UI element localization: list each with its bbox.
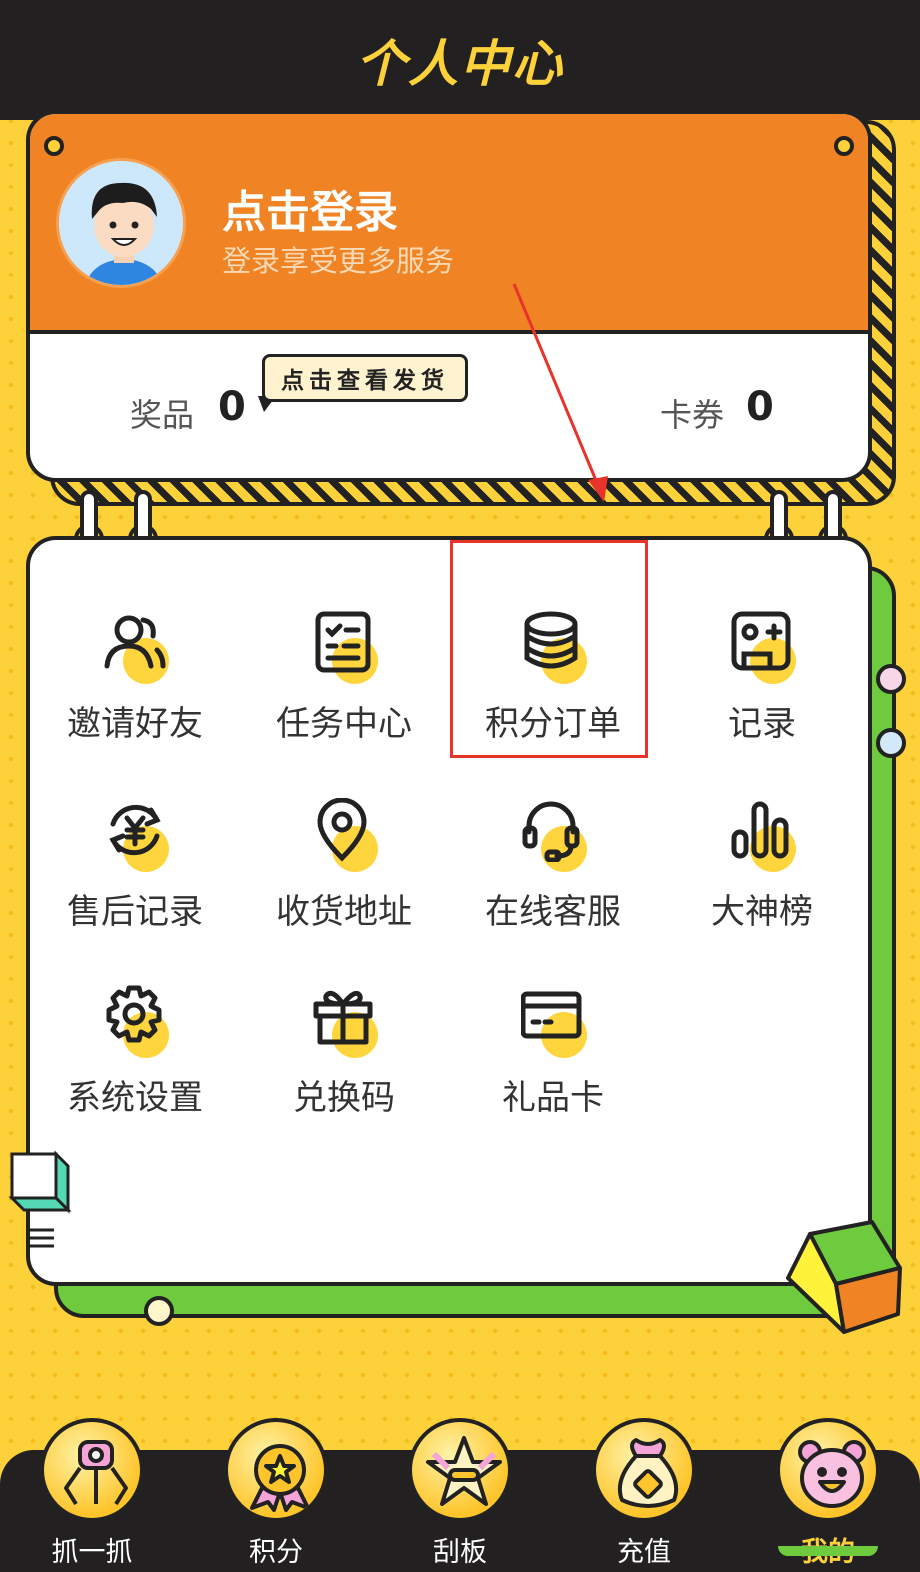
nav-label: 刮板 <box>433 1537 487 1568</box>
prizes-count[interactable]: 0 <box>218 384 246 430</box>
nav-item-mine[interactable]: 我的 <box>768 1418 888 1572</box>
prizes-label[interactable]: 奖品 <box>130 390 194 436</box>
active-indicator <box>778 1546 878 1556</box>
menu-label: 在线客服 <box>485 892 621 932</box>
highlight-box-annotation <box>450 540 648 758</box>
coupons-count[interactable]: 0 <box>746 384 774 430</box>
rivet-decoration <box>44 136 64 156</box>
decor-cube-lines <box>8 1150 72 1248</box>
menu-item-task-center[interactable]: 任务中心 <box>239 576 449 746</box>
menu-label: 兑换码 <box>293 1078 395 1118</box>
claw-machine-icon <box>40 1418 144 1522</box>
login-banner[interactable]: 点击登录 登录享受更多服务 <box>30 114 868 334</box>
menu-label: 系统设置 <box>67 1078 203 1118</box>
menu-item-leaderboard[interactable]: 大神榜 <box>657 764 867 934</box>
menu-label: 大神榜 <box>711 892 813 932</box>
menu-label: 售后记录 <box>67 892 203 932</box>
yen-refresh-icon <box>95 794 175 874</box>
avatar[interactable] <box>56 158 186 288</box>
menu-label: 邀请好友 <box>67 704 203 744</box>
menu-item-redeem-code[interactable]: 兑换码 <box>239 950 449 1120</box>
decor-dot <box>876 728 906 758</box>
nav-item-scratch[interactable]: 刮板 <box>400 1418 520 1572</box>
gift-icon <box>304 980 384 1060</box>
rivet-decoration <box>834 136 854 156</box>
headset-icon <box>513 794 593 874</box>
bar-chart-icon <box>722 794 802 874</box>
coupons-label[interactable]: 卡券 <box>660 390 724 436</box>
menu-item-system-settings[interactable]: 系统设置 <box>30 950 240 1120</box>
invite-friends-icon <box>95 606 175 686</box>
menu-label: 记录 <box>728 704 796 744</box>
nav-item-claw[interactable]: 抓一抓 <box>32 1418 152 1572</box>
medal-star-icon <box>224 1418 328 1522</box>
red-arrow-annotation <box>512 283 608 502</box>
decor-cube <box>786 1220 902 1334</box>
task-list-icon <box>304 606 384 686</box>
top-bar: 个人中心 <box>0 0 920 120</box>
star-scratch-icon <box>408 1418 512 1522</box>
page-title: 个人中心 <box>356 35 564 93</box>
menu-item-records[interactable]: 记录 <box>657 576 867 746</box>
menu-label: 任务中心 <box>276 704 412 744</box>
login-title[interactable]: 点击登录 <box>222 176 398 240</box>
profile-card: 点击登录 登录享受更多服务 奖品 0 点击查看发货 卡券 0 <box>26 110 872 482</box>
decor-dot <box>144 1296 174 1326</box>
nav-item-points[interactable]: 积分 <box>216 1418 336 1572</box>
menu-item-shipping-address[interactable]: 收货地址 <box>239 764 449 934</box>
location-pin-icon <box>304 794 384 874</box>
view-shipping-bubble[interactable]: 点击查看发货 <box>262 354 468 402</box>
nav-label: 充值 <box>617 1537 671 1568</box>
nav-label: 积分 <box>249 1537 303 1568</box>
menu-label: 礼品卡 <box>502 1078 604 1118</box>
gear-icon <box>95 980 175 1060</box>
menu-item-gift-card[interactable]: 礼品卡 <box>448 950 658 1120</box>
nav-item-recharge[interactable]: 充值 <box>584 1418 704 1572</box>
game-record-icon <box>722 606 802 686</box>
menu-item-online-service[interactable]: 在线客服 <box>448 764 658 934</box>
nav-label: 抓一抓 <box>51 1537 133 1568</box>
menu-label: 收货地址 <box>276 892 412 932</box>
menu-item-after-sales[interactable]: 售后记录 <box>30 764 240 934</box>
menu-item-invite-friends[interactable]: 邀请好友 <box>30 576 240 746</box>
login-subtitle: 登录享受更多服务 <box>222 244 455 278</box>
decor-dot <box>876 664 906 694</box>
card-icon <box>513 980 593 1060</box>
bear-face-icon <box>776 1418 880 1522</box>
money-bag-icon <box>592 1418 696 1522</box>
